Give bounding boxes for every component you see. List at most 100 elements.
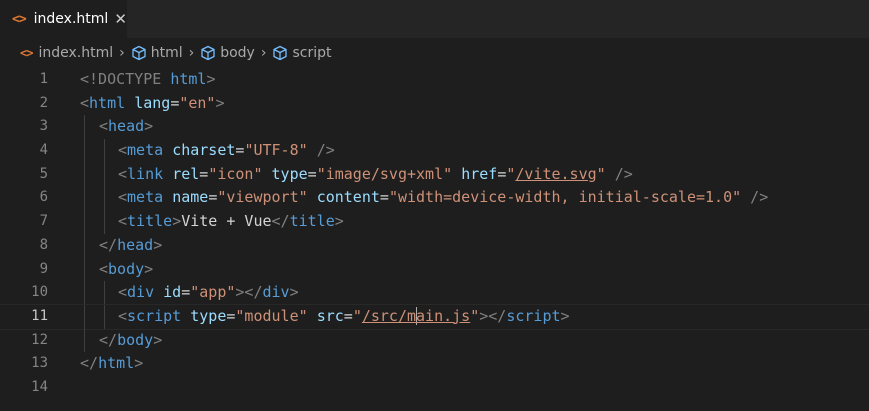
code-token: html bbox=[170, 70, 207, 88]
code-line[interactable]: 5 <link rel="icon" type="image/svg+xml" h… bbox=[0, 162, 869, 187]
code-token: meta bbox=[127, 188, 164, 207]
code-line[interactable]: 3 <head> bbox=[0, 115, 869, 140]
code-line[interactable]: 10 <div id="app"></div> bbox=[0, 281, 869, 305]
code-token: > bbox=[560, 306, 570, 325]
close-icon[interactable]: ✕ bbox=[114, 10, 127, 28]
code-token: type bbox=[271, 164, 308, 183]
indent-guide bbox=[104, 139, 105, 163]
line-number: 12 bbox=[31, 331, 48, 348]
code-token: "module" bbox=[235, 306, 308, 325]
code-token: " bbox=[352, 306, 362, 325]
code-token: = bbox=[199, 164, 209, 183]
code-token: < bbox=[80, 93, 90, 112]
code-line[interactable]: 6 <meta name="viewport" content="width=de… bbox=[0, 186, 869, 211]
indent-guide bbox=[84, 210, 85, 234]
line-number: 4 bbox=[39, 142, 48, 159]
code-token: body bbox=[108, 259, 145, 278]
line-number: 5 bbox=[39, 165, 48, 182]
code-line[interactable]: 2 <html lang="en"> bbox=[0, 92, 869, 116]
breadcrumb-item-body[interactable]: body bbox=[200, 45, 255, 61]
symbol-element-icon bbox=[200, 45, 216, 61]
code-token: content bbox=[316, 188, 380, 207]
breadcrumb-item-html[interactable]: html bbox=[131, 45, 183, 61]
code-token: head bbox=[117, 235, 154, 254]
code-token: > bbox=[289, 283, 299, 302]
code-token: "image/svg+xml" bbox=[316, 164, 453, 183]
symbol-element-icon bbox=[131, 45, 147, 61]
code-token: "width=device-width, initial-scale=1.0" bbox=[388, 188, 742, 207]
code-line[interactable]: 8 </head> bbox=[0, 233, 869, 258]
code-token: html bbox=[98, 354, 135, 373]
code-token: < bbox=[118, 164, 128, 183]
line-number: 1 bbox=[39, 71, 48, 87]
indent-guide bbox=[84, 328, 85, 353]
code-text: <link rel="icon" type="image/svg+xml" hr… bbox=[118, 163, 633, 187]
breadcrumb-item-index-html[interactable]: <> index.html bbox=[20, 45, 113, 61]
code-token: > bbox=[172, 212, 182, 231]
code-token: < bbox=[99, 117, 109, 136]
code-text: </head> bbox=[99, 234, 162, 258]
code-token: type bbox=[190, 306, 227, 325]
indent-guide bbox=[104, 281, 105, 305]
breadcrumb-label: index.html bbox=[38, 45, 114, 61]
tab-label: index.html bbox=[33, 11, 109, 27]
code-text: </body> bbox=[99, 329, 162, 353]
indent-guide bbox=[84, 233, 85, 258]
code-text: <head> bbox=[99, 115, 153, 139]
code-token: head bbox=[108, 117, 145, 136]
code-token: > bbox=[144, 259, 154, 278]
code-line[interactable]: 4 <meta charset="UTF-8" /> bbox=[0, 139, 869, 163]
code-editor[interactable]: 1 <!DOCTYPE html> 2 <html lang="en"> 3 <head>… bbox=[0, 68, 869, 400]
tab-index-html[interactable]: <> index.html ✕ bbox=[0, 0, 128, 38]
code-token: ain.js bbox=[416, 306, 471, 325]
code-token: /> bbox=[750, 188, 769, 207]
line-number: 13 bbox=[31, 355, 48, 372]
code-line[interactable]: 11 <script type="module" src="/src/main.j… bbox=[0, 303, 869, 330]
code-text: <!DOCTYPE html> bbox=[80, 68, 215, 92]
line-number: 8 bbox=[39, 236, 48, 253]
line-number: 6 bbox=[39, 189, 48, 206]
code-text: <title>Vite + Vue</title> bbox=[118, 210, 344, 234]
indent-guide bbox=[104, 162, 105, 187]
code-token: !DOCTYPE bbox=[89, 70, 162, 88]
code-line[interactable]: 1 <!DOCTYPE html> bbox=[0, 68, 869, 92]
code-text: <body> bbox=[99, 258, 153, 282]
code-token: title bbox=[127, 212, 173, 231]
code-token: src bbox=[316, 306, 344, 325]
code-token: > bbox=[144, 117, 154, 136]
indent-guide bbox=[84, 257, 85, 282]
code-line[interactable]: 9 <body> bbox=[0, 257, 869, 282]
breadcrumb-item-script[interactable]: script bbox=[272, 45, 331, 61]
code-token: = bbox=[497, 164, 507, 183]
code-line[interactable]: 13 </html> bbox=[0, 352, 869, 376]
code-text: <script type="module" src="/src/main.js"… bbox=[118, 305, 570, 329]
indent-guide bbox=[84, 304, 85, 329]
breadcrumb-label: script bbox=[292, 45, 332, 61]
code-line[interactable]: 12 </body> bbox=[0, 328, 869, 353]
code-token: name bbox=[172, 188, 209, 207]
code-token: body bbox=[117, 330, 154, 349]
line-number: 10 bbox=[31, 284, 48, 301]
code-line[interactable]: 7 <title>Vite + Vue</title> bbox=[0, 210, 869, 234]
breadcrumb-separator-icon: › bbox=[260, 45, 267, 61]
line-number: 7 bbox=[39, 213, 48, 230]
code-token: /> bbox=[316, 141, 335, 160]
code-token: = bbox=[307, 164, 317, 183]
code-line[interactable]: 14 bbox=[0, 376, 869, 400]
code-token: "icon" bbox=[208, 164, 263, 183]
code-token: </ bbox=[271, 212, 290, 231]
code-token: charset bbox=[172, 141, 236, 160]
code-token: < bbox=[118, 141, 128, 160]
code-token: meta bbox=[127, 141, 164, 160]
code-token: /> bbox=[614, 164, 633, 183]
code-token: ></ bbox=[235, 283, 263, 302]
code-token: rel bbox=[172, 164, 200, 183]
indent-guide bbox=[104, 210, 105, 234]
